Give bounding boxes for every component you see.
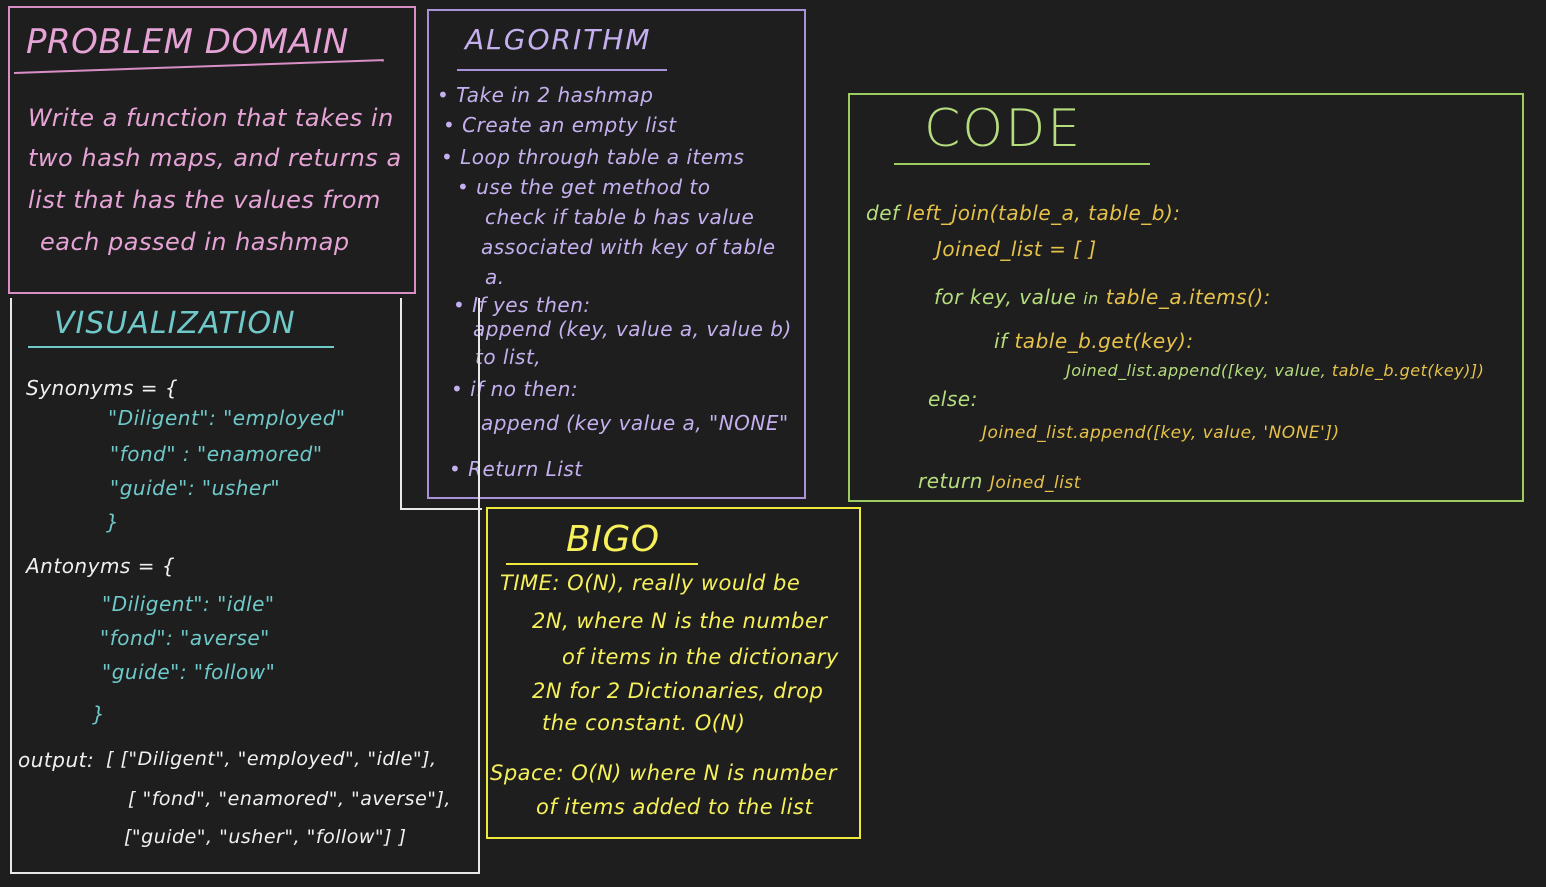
- code-title: CODE: [924, 99, 1083, 159]
- algorithm-title: ALGORITHM: [465, 23, 652, 56]
- big-o-title: BIGO: [566, 519, 660, 560]
- frame-divider: [400, 508, 482, 510]
- problem-domain-line: Write a function that takes in: [28, 104, 394, 132]
- big-o-panel: BIGO TIME: O(N), really would be 2N, whe…: [486, 507, 861, 839]
- code-text: Joined_list: [989, 473, 1081, 493]
- code-underline: [894, 163, 1150, 165]
- visualization-underline: [28, 346, 334, 348]
- code-text: table_b.get(key)]): [1331, 361, 1485, 380]
- visualization-panel: VISUALIZATION Synonyms = { "Diligent": "…: [10, 298, 480, 874]
- big-o-line: of items added to the list: [536, 795, 814, 819]
- code-line-return: return Joined_list: [918, 469, 1081, 493]
- code-keyword: if: [994, 329, 1008, 353]
- algorithm-step: • use the get method to: [457, 175, 711, 199]
- code-line-else: else:: [928, 387, 978, 411]
- problem-domain-line: each passed in hashmap: [40, 228, 350, 256]
- output-line: [ ["Diligent", "employed", "idle"],: [106, 748, 437, 770]
- synonyms-entry: "guide": "usher": [110, 476, 281, 500]
- code-text: key, value: [969, 285, 1077, 309]
- big-o-line: 2N, where N is the number: [532, 609, 828, 633]
- big-o-line: TIME: O(N), really would be: [500, 571, 801, 595]
- antonyms-label: Antonyms = {: [26, 554, 176, 578]
- algorithm-step: • Take in 2 hashmap: [437, 83, 654, 107]
- big-o-line: the constant. O(N): [542, 711, 746, 735]
- visualization-title: VISUALIZATION: [54, 306, 296, 341]
- algorithm-step: append (key value a, "NONE": [481, 411, 789, 435]
- synonyms-entry: "Diligent": "employed": [108, 406, 346, 430]
- algorithm-step: • Loop through table a items: [441, 145, 745, 169]
- code-line-for: for key, value in table_a.items():: [934, 285, 1271, 309]
- output-line: ["guide", "usher", "follow"] ]: [124, 826, 407, 848]
- big-o-underline: [506, 563, 698, 565]
- code-keyword: def: [866, 201, 900, 225]
- algorithm-underline: [457, 69, 667, 71]
- synonyms-close-brace: }: [106, 510, 120, 534]
- code-line-init: Joined_list = [ ]: [936, 237, 1097, 261]
- code-text: left_join(table_a, table_b):: [906, 201, 1181, 225]
- code-keyword: return: [918, 469, 983, 493]
- code-keyword: for: [934, 285, 963, 309]
- code-keyword: in: [1083, 289, 1099, 308]
- algorithm-step: append (key, value a, value b): [473, 317, 792, 341]
- antonyms-close-brace: }: [92, 702, 106, 726]
- synonyms-entry: "fond" : "enamored": [110, 442, 323, 466]
- output-line: [ "fond", "enamored", "averse"],: [128, 788, 451, 810]
- code-panel: CODE def left_join(table_a, table_b): Jo…: [848, 93, 1524, 502]
- synonyms-label: Synonyms = {: [26, 376, 179, 400]
- problem-domain-title: PROBLEM DOMAIN: [26, 22, 349, 62]
- code-text: table_b.get(key):: [1014, 329, 1194, 353]
- code-line-append-yes: Joined_list.append([key, value, table_b.…: [1066, 361, 1484, 380]
- big-o-line: Space: O(N) where N is number: [490, 761, 837, 785]
- algorithm-step: a.: [485, 265, 505, 289]
- algorithm-panel: ALGORITHM • Take in 2 hashmap • Create a…: [427, 9, 806, 499]
- algorithm-step: associated with key of table: [481, 235, 776, 259]
- big-o-line: of items in the dictionary: [562, 645, 839, 669]
- output-label: output:: [18, 748, 95, 772]
- frame-divider: [400, 298, 402, 510]
- problem-domain-line: list that has the values from: [28, 186, 381, 214]
- code-line-if: if table_b.get(key):: [994, 329, 1194, 353]
- algorithm-step: to list,: [475, 345, 542, 369]
- code-line-def: def left_join(table_a, table_b):: [866, 201, 1181, 225]
- algorithm-step: • Create an empty list: [443, 113, 677, 137]
- big-o-line: 2N for 2 Dictionaries, drop: [532, 679, 824, 703]
- problem-domain-line: two hash maps, and returns a: [28, 144, 402, 172]
- antonyms-entry: "guide": "follow": [102, 660, 276, 684]
- antonyms-entry: "Diligent": "idle": [102, 592, 275, 616]
- code-line-append-no: Joined_list.append([key, value, 'NONE']): [982, 423, 1340, 443]
- antonyms-entry: "fond": "averse": [100, 626, 270, 650]
- problem-domain-panel: PROBLEM DOMAIN Write a function that tak…: [8, 6, 416, 294]
- code-text: table_a.items():: [1105, 285, 1271, 309]
- code-text: Joined_list.append([key, value,: [1066, 361, 1327, 380]
- algorithm-step: check if table b has value: [485, 205, 755, 229]
